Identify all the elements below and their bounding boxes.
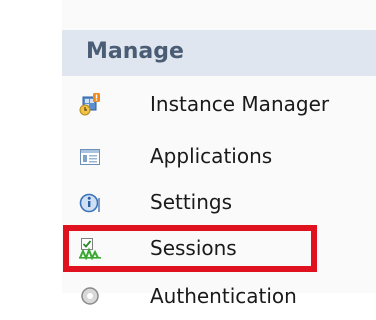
menu-item-applications[interactable]: Applications bbox=[62, 136, 376, 180]
menu-item-label: Applications bbox=[150, 144, 273, 168]
menu-item-label: Settings bbox=[150, 190, 233, 214]
menu-item-label: Authentication bbox=[150, 284, 297, 308]
authentication-icon bbox=[78, 284, 102, 308]
menu-item-authentication[interactable]: Authentication bbox=[62, 276, 376, 320]
menu-item-settings[interactable]: Settings bbox=[62, 182, 376, 226]
menu-item-instance-manager[interactable]: Instance Manager bbox=[62, 84, 376, 128]
instance-manager-icon bbox=[78, 92, 102, 116]
menu-item-label: Instance Manager bbox=[150, 92, 330, 116]
manage-section-title: Manage bbox=[86, 39, 184, 64]
sessions-highlight-box bbox=[63, 225, 317, 272]
settings-info-icon bbox=[78, 190, 102, 214]
applications-icon bbox=[78, 144, 102, 168]
